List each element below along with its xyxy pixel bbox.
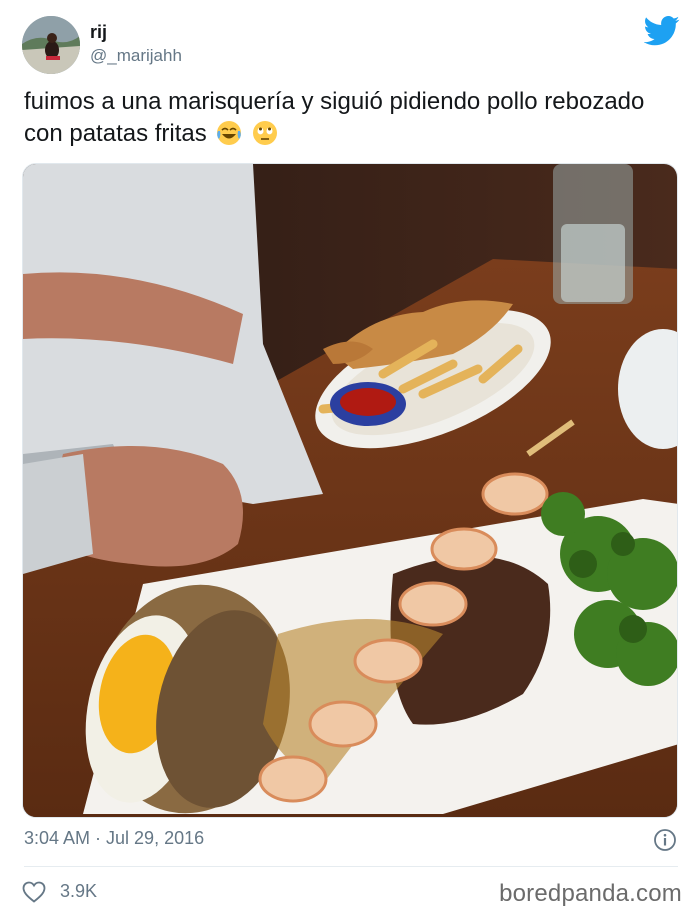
tweet-photo[interactable] (22, 163, 678, 818)
face-with-tears-of-joy-icon (216, 120, 242, 146)
display-name[interactable]: rij (90, 22, 107, 43)
avatar[interactable] (22, 16, 80, 74)
heart-icon[interactable] (22, 881, 46, 903)
watermark: boredpanda.com (499, 880, 682, 907)
user-handle[interactable]: @_marijahh (90, 46, 182, 66)
twitter-bird-icon[interactable] (643, 16, 680, 46)
tweet-timestamp[interactable]: 3:04 AM · Jul 29, 2016 (24, 828, 204, 849)
info-icon[interactable] (653, 828, 677, 852)
tweet-text: fuimos a una marisquería y siguió pidien… (24, 86, 674, 150)
face-with-rolling-eyes-icon (252, 120, 278, 146)
tweet-card: rij @_marijahh fuimos a una marisquería … (0, 0, 700, 920)
like-count: 3.9K (60, 881, 98, 901)
tweet-body: fuimos a una marisquería y siguió pidien… (24, 88, 645, 147)
divider (24, 866, 678, 867)
